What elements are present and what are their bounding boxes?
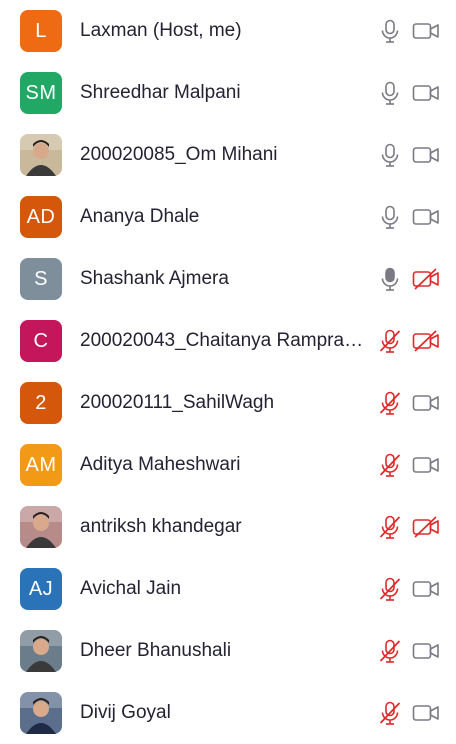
- avatar: AM: [20, 444, 62, 486]
- video-stopped-icon[interactable]: [412, 330, 440, 352]
- video-stopped-icon[interactable]: [412, 516, 440, 538]
- avatar: [20, 692, 62, 734]
- microphone-muted-icon[interactable]: [377, 452, 403, 478]
- microphone-muted-icon[interactable]: [377, 328, 403, 354]
- participant-name: Dheer Bhanushali: [80, 640, 232, 661]
- participant-row[interactable]: antriksh khandegar: [0, 496, 456, 558]
- participant-name: Aditya Maheshwari: [80, 454, 241, 475]
- microphone-icon[interactable]: [377, 80, 403, 106]
- avatar: [20, 134, 62, 176]
- avatar-initials: S: [34, 267, 48, 290]
- video-stopped-icon[interactable]: [412, 268, 440, 290]
- avatar: 2: [20, 382, 62, 424]
- microphone-muted-icon[interactable]: [377, 700, 403, 726]
- participant-row[interactable]: L Laxman (Host, me): [0, 0, 456, 62]
- participant-name: 200020085_Om Mihani: [80, 144, 278, 165]
- participant-row[interactable]: AJ Avichal Jain: [0, 558, 456, 620]
- microphone-icon[interactable]: [377, 266, 403, 292]
- video-camera-icon[interactable]: [412, 20, 440, 42]
- avatar: L: [20, 10, 62, 52]
- participant-row[interactable]: 200020085_Om Mihani: [0, 124, 456, 186]
- avatar-initials: 2: [35, 391, 47, 414]
- microphone-icon[interactable]: [377, 142, 403, 168]
- avatar-initials: AM: [25, 453, 57, 476]
- video-camera-icon[interactable]: [412, 82, 440, 104]
- participant-row[interactable]: Divij Goyal: [0, 682, 456, 744]
- avatar: C: [20, 320, 62, 362]
- participant-name: 200020111_SahilWagh: [80, 392, 275, 413]
- participants-list: L Laxman (Host, me) SM Shreedhar Malpani 200…: [0, 0, 456, 741]
- video-camera-icon[interactable]: [412, 392, 440, 414]
- participant-name: Laxman (Host, me): [80, 20, 242, 41]
- participant-name: Shreedhar Malpani: [80, 82, 241, 103]
- avatar: SM: [20, 72, 62, 114]
- participant-name: Avichal Jain: [80, 578, 182, 599]
- video-camera-icon[interactable]: [412, 640, 440, 662]
- participant-row[interactable]: C 200020043_Chaitanya Ramprasad: [0, 310, 456, 372]
- video-camera-icon[interactable]: [412, 144, 440, 166]
- avatar: AD: [20, 196, 62, 238]
- avatar-initials: AJ: [28, 577, 54, 600]
- avatar-initials: SM: [25, 81, 57, 104]
- participant-name: antriksh khandegar: [80, 516, 242, 537]
- participant-row[interactable]: AD Ananya Dhale: [0, 186, 456, 248]
- participant-row[interactable]: SM Shreedhar Malpani: [0, 62, 456, 124]
- avatar: S: [20, 258, 62, 300]
- participant-row[interactable]: S Shashank Ajmera: [0, 248, 456, 310]
- avatar: [20, 506, 62, 548]
- microphone-muted-icon[interactable]: [377, 390, 403, 416]
- participant-row[interactable]: AM Aditya Maheshwari: [0, 434, 456, 496]
- avatar-initials: L: [35, 19, 47, 42]
- microphone-muted-icon[interactable]: [377, 514, 403, 540]
- video-camera-icon[interactable]: [412, 454, 440, 476]
- video-camera-icon[interactable]: [412, 702, 440, 724]
- avatar-initials: AD: [26, 205, 56, 228]
- microphone-icon[interactable]: [377, 204, 403, 230]
- participant-name: Ananya Dhale: [80, 206, 200, 227]
- participant-row[interactable]: 2 200020111_SahilWagh: [0, 372, 456, 434]
- participant-row[interactable]: Dheer Bhanushali: [0, 620, 456, 682]
- participant-name: Divij Goyal: [80, 702, 171, 723]
- microphone-muted-icon[interactable]: [377, 638, 403, 664]
- video-camera-icon[interactable]: [412, 578, 440, 600]
- avatar: [20, 630, 62, 672]
- avatar: AJ: [20, 568, 62, 610]
- avatar-initials: C: [33, 329, 49, 352]
- video-camera-icon[interactable]: [412, 206, 440, 228]
- participant-name: Shashank Ajmera: [80, 268, 229, 289]
- participant-name: 200020043_Chaitanya Ramprasad: [80, 330, 370, 351]
- microphone-icon[interactable]: [377, 18, 403, 44]
- microphone-muted-icon[interactable]: [377, 576, 403, 602]
